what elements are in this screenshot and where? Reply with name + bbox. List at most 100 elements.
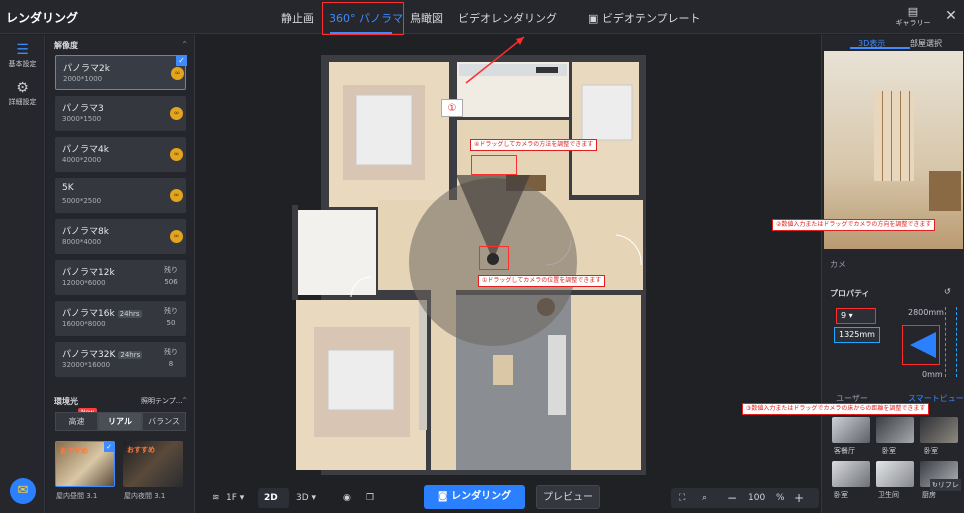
zoom-out-button[interactable]: − [727, 488, 737, 508]
coin-icon: ∞ [170, 189, 183, 202]
resolution-name: パノラマ3 [62, 104, 104, 114]
render-button[interactable]: ◙ レンダリング [424, 485, 525, 509]
wardrobe [419, 300, 427, 430]
resolution-card[interactable]: パノラマ12k 12000*6000 残り 506 [55, 260, 186, 295]
tab-smart-view[interactable]: スマートビュー [908, 393, 964, 404]
room-caption: 客餐厅 [834, 447, 855, 455]
annotation-direction: ④ドラッグしてカメラの方法を調整できます [470, 139, 598, 151]
resolution-card[interactable]: パノラマ8k 8000*4000 ∞ [55, 219, 186, 254]
annotation-arrow [465, 36, 525, 84]
remaining-label: 残り [164, 307, 178, 315]
chevron-up-icon[interactable]: ⌃ [181, 396, 188, 405]
remaining-label: 残り [164, 266, 178, 274]
room-tile[interactable] [876, 417, 914, 443]
room-tile[interactable] [876, 461, 914, 487]
chat-icon: ✉ [17, 483, 29, 498]
height-slider[interactable] [945, 307, 957, 377]
resolution-size: 2000*1000 [63, 75, 103, 83]
coin-icon: ∞ [170, 107, 183, 120]
lighting-thumb[interactable]: おすすめ ✓ [55, 441, 115, 487]
highlight-box-tab [322, 2, 404, 35]
video-template-icon: ▣ [588, 12, 602, 25]
refresh-button[interactable]: ↻リフレ [930, 479, 961, 491]
fit-icon[interactable]: ⛶ [679, 488, 685, 508]
resolution-card[interactable]: パノラマ32K 24hrs 32000*16000 残り 8 [55, 342, 186, 377]
room-tile[interactable] [832, 461, 870, 487]
resolution-size: 4000*2000 [62, 156, 102, 164]
height-input[interactable]: 1325mm [834, 327, 880, 343]
lighting-thumb[interactable]: おすすめ [123, 441, 183, 487]
bottom-toolbar: ≋ 1F ▾ 2D 3D ▾ ◉ ❐ ◙ レンダリング プレビュー ⛶ ⌕ − … [196, 482, 820, 513]
zoom-value[interactable]: 100 [748, 488, 765, 508]
floor-select[interactable]: 1F ▾ [226, 488, 244, 508]
tab-video-template[interactable]: ▣ ビデオテンプレート [588, 10, 701, 26]
help-chat-button[interactable]: ✉ [10, 478, 36, 504]
resolution-size: 12000*6000 [62, 279, 106, 287]
view-2d-button[interactable]: 2D [258, 488, 289, 508]
tab-still[interactable]: 静止画 [281, 10, 314, 26]
tab-video-render[interactable]: ビデオレンダリング [458, 10, 557, 26]
rail-advanced-label: 詳細設定 [8, 98, 37, 106]
zoom-in-button[interactable]: + [794, 488, 804, 508]
reset-icon[interactable]: ↺ [944, 287, 951, 296]
resolution-size: 5000*2500 [62, 197, 102, 205]
coin-icon: ∞ [170, 148, 183, 161]
resolution-card[interactable]: パノラマ16k 24hrs 16000*8000 残り 50 [55, 301, 186, 336]
sliders-icon: ☰ [16, 42, 29, 58]
coin-icon: ∞ [170, 230, 183, 243]
tab-birdseye[interactable]: 鳥瞰図 [410, 10, 443, 26]
coin-icon: ∞ [171, 67, 184, 80]
remaining-count: 残り 8 [161, 346, 181, 370]
room-caption: 卧室 [834, 491, 848, 499]
zoom-search-icon[interactable]: ⌕ [702, 488, 707, 508]
render-label: レンダリング [451, 491, 512, 502]
room-tile[interactable] [920, 417, 958, 443]
rail-basic-settings[interactable]: ☰ 基本設定 [0, 41, 45, 69]
room-tile[interactable] [832, 417, 870, 443]
remaining-count: 残り 50 [161, 305, 181, 329]
app-title: レンダリング [6, 11, 79, 25]
bed [581, 84, 633, 141]
mode-fast[interactable]: 高速 [55, 412, 98, 431]
preview-button[interactable]: プレビュー [536, 485, 600, 509]
properties-title: プロパティ [830, 289, 870, 298]
gallery-button[interactable]: ▤ ギャラリー [893, 6, 933, 28]
room-caption: 卧室 [924, 447, 938, 455]
resolution-card[interactable]: パノラマ3 3000*1500 ∞ [55, 96, 186, 131]
top-dimension: 2800mm [908, 308, 944, 317]
close-button[interactable]: ✕ [941, 6, 961, 26]
resolution-card[interactable]: パノラマ4k 4000*2000 ∞ [55, 137, 186, 172]
view-3d-button[interactable]: 3D ▾ [296, 488, 316, 508]
refresh-label: リフレ [937, 481, 959, 489]
floorplan-canvas[interactable]: ① ④ドラッグしてカメラの方法を調整できます ①ドラッグしてカメラの位置を調整で… [196, 35, 820, 513]
remaining-value: 50 [166, 319, 176, 327]
fov-input[interactable]: 9 ▾ [836, 308, 876, 324]
resolution-name: パノラマ12k [62, 268, 115, 278]
room-caption: 厨房 [922, 491, 936, 499]
room-caption: 卫生间 [878, 491, 899, 499]
resolution-name: パノラマ4k [62, 145, 109, 155]
tab-room-select[interactable]: 部屋選択 [910, 38, 942, 49]
lighting-template-link[interactable]: 照明テンプ... [141, 396, 182, 406]
resolution-name-row: パノラマ16k 24hrs [62, 306, 142, 319]
recommend-tag: おすすめ [127, 446, 155, 454]
view-3d-label: 3D [296, 493, 309, 503]
copy-icon[interactable]: ❐ [366, 488, 374, 508]
gallery-label: ギャラリー [895, 19, 931, 27]
resolution-name: パノラマ16k [62, 309, 115, 319]
mode-real[interactable]: リアル [98, 412, 142, 431]
mode-balance[interactable]: バランス [142, 412, 186, 431]
resolution-size: 8000*4000 [62, 238, 102, 246]
eye-icon[interactable]: ◉ [343, 488, 351, 508]
gallery-icon: ▤ [907, 5, 919, 18]
annotation-height: ③数値入力またはドラッグでカメラの床からの距離を調整できます [742, 403, 930, 415]
chevron-up-icon[interactable]: ⌃ [181, 40, 188, 49]
rail-advanced-settings[interactable]: ⚙ 詳細設定 [0, 79, 45, 107]
bed [355, 94, 413, 166]
tab-user[interactable]: ユーザー [836, 393, 868, 404]
resolution-card[interactable]: パノラマ2k 2000*1000 ∞ ✓ [55, 55, 187, 90]
rail-basic-label: 基本設定 [8, 60, 37, 68]
resolution-card[interactable]: 5K 5000*2500 ∞ [55, 178, 186, 213]
layers-icon[interactable]: ≋ [212, 488, 220, 508]
bottom-dimension: 0mm [922, 370, 943, 379]
